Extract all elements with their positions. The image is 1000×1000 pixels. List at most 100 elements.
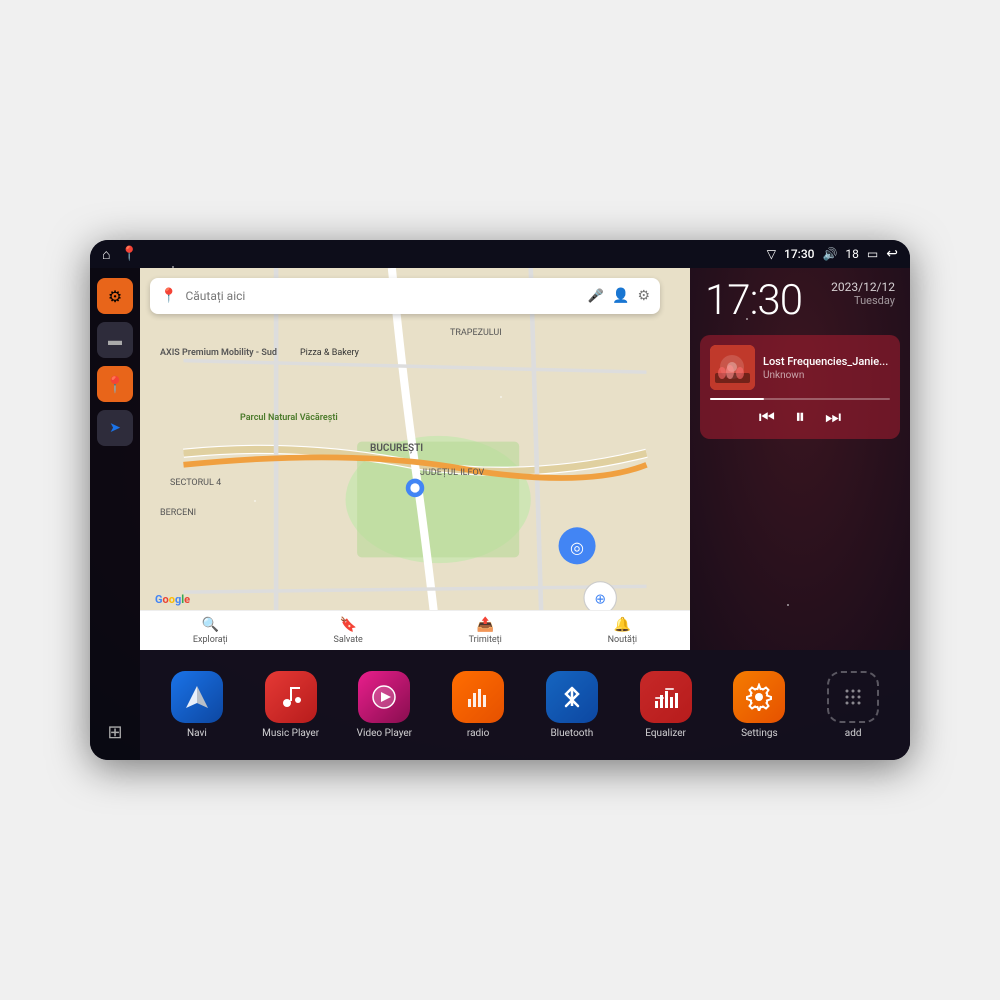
status-bar: ⌂ 📍 ▽ 17:30 🔊 18 ▭ ↩: [90, 240, 910, 268]
grid-icon: ⊞: [107, 722, 122, 743]
google-maps-icon: 📍: [160, 288, 177, 304]
battery-icon: ▭: [867, 247, 878, 261]
saved-label: Salvate: [334, 635, 363, 645]
sidebar-item-files[interactable]: ▬: [97, 322, 133, 358]
music-artist: Unknown: [763, 370, 890, 381]
status-right: ▽ 17:30 🔊 18 ▭ ↩: [767, 246, 898, 262]
map-label-parcul: Parcul Natural Văcărești: [240, 413, 338, 423]
map-search-bar[interactable]: 📍 Căutați aici 🎤 👤 ⚙: [150, 278, 660, 314]
app-item-equalizer[interactable]: Equalizer: [628, 671, 703, 739]
mic-icon[interactable]: 🎤: [588, 289, 604, 304]
map-label-bucuresti: BUCUREȘTI: [370, 443, 423, 454]
sidebar-item-navigation[interactable]: ➤: [97, 410, 133, 446]
map-bottom-nav: 🔍 Explorați 🔖 Salvate 📤 Trimiteți: [140, 610, 690, 650]
pause-button[interactable]: ⏸: [795, 406, 805, 429]
user-icon[interactable]: 👤: [612, 288, 629, 304]
back-icon[interactable]: ↩: [886, 246, 898, 262]
map-label-trapez: TRAPEZULUI: [450, 328, 502, 338]
app-grid: Navi Music Player: [140, 650, 910, 760]
map-area[interactable]: ⊕ ◎ 📍 Căutați aici 🎤 👤 ⚙: [140, 268, 690, 650]
svg-text:⊕: ⊕: [594, 592, 606, 608]
sidebar: ⚙ ▬ 📍 ➤ ⊞: [90, 268, 140, 760]
equalizer-label: Equalizer: [645, 728, 686, 739]
device: ⌂ 📍 ▽ 17:30 🔊 18 ▭ ↩ ⚙ ▬ 📍 ➤: [90, 240, 910, 760]
map-nav-news[interactable]: 🔔 Noutăți: [608, 617, 638, 645]
send-icon: 📤: [477, 617, 494, 633]
app-item-radio[interactable]: radio: [441, 671, 516, 739]
music-title: Lost Frequencies_Janie...: [763, 355, 890, 368]
clock-section: 17:30 2023/12/12 Tuesday: [690, 268, 910, 330]
album-art: [710, 345, 755, 390]
add-icon: [827, 671, 879, 723]
right-panel: 17:30 2023/12/12 Tuesday: [690, 268, 910, 650]
maps-icon[interactable]: 📍: [120, 246, 137, 262]
map-background: ⊕ ◎ 📍 Căutați aici 🎤 👤 ⚙: [140, 268, 690, 650]
next-button[interactable]: ⏭: [825, 407, 841, 428]
prev-button[interactable]: ⏮: [759, 407, 775, 428]
clock-year: 2023/12/12: [831, 280, 895, 294]
app-item-bluetooth[interactable]: Bluetooth: [534, 671, 609, 739]
app-item-navi[interactable]: Navi: [159, 671, 234, 739]
map-svg: ⊕ ◎: [140, 268, 690, 650]
music-widget[interactable]: Lost Frequencies_Janie... Unknown ⏮ ⏸ ⏭: [700, 335, 900, 439]
map-label-axis: AXIS Premium Mobility - Sud: [160, 348, 277, 358]
battery-level: 18: [845, 247, 859, 261]
home-icon[interactable]: ⌂: [102, 246, 110, 263]
navi-label: Navi: [187, 728, 207, 739]
map-nav-send[interactable]: 📤 Trimiteți: [469, 617, 502, 645]
app-item-video[interactable]: Video Player: [347, 671, 422, 739]
settings-icon: ⚙: [108, 287, 122, 306]
app-item-add[interactable]: add: [816, 671, 891, 739]
add-label: add: [845, 728, 862, 739]
news-icon: 🔔: [614, 617, 631, 633]
content-area: ⊕ ◎ 📍 Căutați aici 🎤 👤 ⚙: [140, 268, 910, 760]
map-pin-icon: 📍: [105, 375, 125, 394]
video-player-label: Video Player: [357, 728, 412, 739]
clock-display: 17:30: [705, 280, 802, 322]
app-item-music[interactable]: Music Player: [253, 671, 328, 739]
music-player-icon: [265, 671, 317, 723]
clock-status: 17:30: [784, 247, 814, 261]
status-left: ⌂ 📍: [102, 246, 138, 263]
main-screen: ⚙ ▬ 📍 ➤ ⊞: [90, 268, 910, 760]
settings-map-icon[interactable]: ⚙: [637, 288, 650, 304]
google-logo: Google: [155, 593, 190, 606]
map-label-ilfov: JUDEȚUL ILFOV: [420, 468, 484, 478]
map-nav-explore[interactable]: 🔍 Explorați: [193, 617, 228, 645]
navi-icon: [171, 671, 223, 723]
svg-text:◎: ◎: [570, 538, 584, 557]
music-progress-fill: [710, 398, 764, 400]
radio-label: radio: [467, 728, 489, 739]
saved-icon: 🔖: [339, 617, 356, 633]
equalizer-icon: [640, 671, 692, 723]
sidebar-item-settings[interactable]: ⚙: [97, 278, 133, 314]
settings-label: Settings: [741, 728, 778, 739]
wifi-icon: ▽: [767, 247, 776, 261]
search-input[interactable]: Căutați aici: [185, 289, 579, 303]
sidebar-item-maps[interactable]: 📍: [97, 366, 133, 402]
send-label: Trimiteți: [469, 635, 502, 645]
map-nav-saved[interactable]: 🔖 Salvate: [334, 617, 363, 645]
explore-icon: 🔍: [202, 617, 219, 633]
map-label-sector: SECTORUL 4: [170, 478, 221, 488]
explore-label: Explorați: [193, 635, 228, 645]
volume-icon[interactable]: 🔊: [822, 247, 837, 261]
app-item-settings[interactable]: Settings: [722, 671, 797, 739]
top-section: ⊕ ◎ 📍 Căutați aici 🎤 👤 ⚙: [140, 268, 910, 650]
news-label: Noutăți: [608, 635, 638, 645]
music-player-label: Music Player: [262, 728, 319, 739]
radio-icon: [452, 671, 504, 723]
music-progress-bar[interactable]: [710, 398, 890, 400]
clock-date-section: 2023/12/12 Tuesday: [831, 280, 895, 307]
settings-app-icon: [733, 671, 785, 723]
nav-arrow-icon: ➤: [109, 420, 121, 436]
clock-day: Tuesday: [831, 294, 895, 307]
bluetooth-label: Bluetooth: [550, 728, 593, 739]
sidebar-item-grid[interactable]: ⊞: [97, 714, 133, 750]
map-label-pizza: Pizza & Bakery: [300, 348, 359, 358]
music-details: Lost Frequencies_Janie... Unknown: [763, 355, 890, 381]
music-info: Lost Frequencies_Janie... Unknown: [710, 345, 890, 390]
music-controls: ⏮ ⏸ ⏭: [710, 406, 890, 429]
bluetooth-icon: [546, 671, 598, 723]
video-player-icon: [358, 671, 410, 723]
